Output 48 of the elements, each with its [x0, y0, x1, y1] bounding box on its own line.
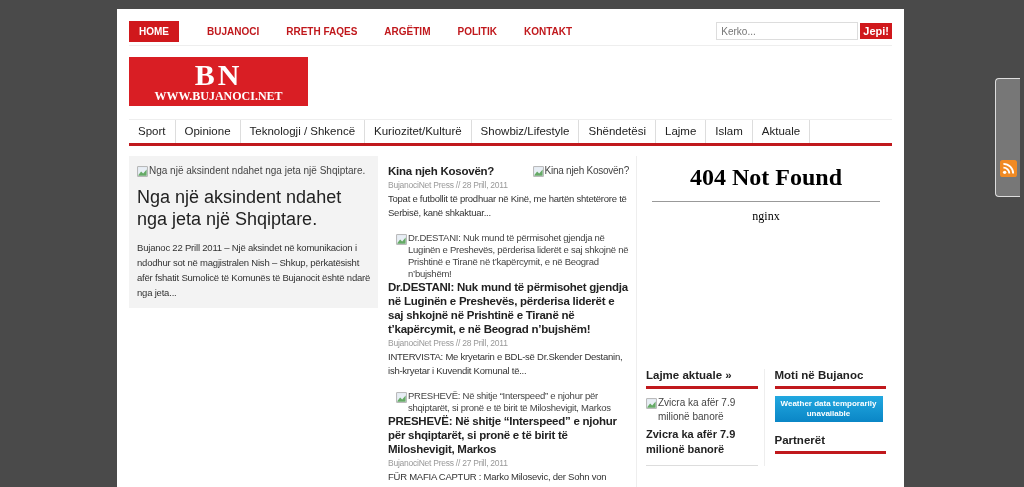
image-alt-text: Dr.DESTANI: Nuk mund të përmisohet gjendja në Luginën e Preshevës, përderisa liderët e saj shkojnë në Prishtinë e Tiranë në t’kapërcymit, e në Beograd n’bujshëm!: [408, 232, 629, 280]
category-tab[interactable]: Teknologji / Shkencë: [240, 120, 366, 143]
widget-title: Moti në Bujanoc: [774, 369, 886, 389]
nav-link[interactable]: ARGËTIM: [374, 20, 441, 42]
widget-title: Partnerët: [774, 434, 886, 454]
article-headline[interactable]: PRESHEVË: Në shitje “Interspeed” e njohur për shqiptarët, si pronë e të birit të Miloshevigit, Markos: [388, 414, 629, 456]
image-alt-text: Nga një aksindent ndahet nga jeta një Shqiptare.: [149, 164, 366, 178]
broken-image-icon: [396, 392, 408, 403]
article-excerpt: Bujanoc 22 Prill 2011 – Një aksindet në komunikacion i ndodhur sot në magjistralen Nish – Shkup, përkatësisht afër fshatit Sumolicë të Komunës të Bujanocit është ndarë nga jeta...: [137, 241, 372, 300]
rss-icon[interactable]: [1000, 160, 1017, 177]
featured-headline[interactable]: Nga një aksindent ndahet nga jeta një Shqiptare.: [137, 186, 373, 230]
nav-link[interactable]: BUJANOCI: [197, 20, 270, 42]
nav-link[interactable]: POLITIK: [447, 20, 507, 42]
news-headline[interactable]: Zvicra ka afër 7.9 milionë banorë: [646, 427, 758, 466]
nav-link[interactable]: HOME: [129, 20, 179, 42]
broken-image-icon: [396, 234, 408, 245]
broken-image-icon: [532, 166, 544, 177]
article-meta: BujanociNet Press // 28 Prill, 2011: [388, 180, 509, 190]
category-tab[interactable]: Kuriozitet/Kulturë: [365, 120, 472, 143]
category-tab[interactable]: Aktuale: [752, 120, 811, 143]
article-excerpt: Topat e futbollit të prodhuar në Kinë, me hartën shtetërore të Serbisë, kanë shkaktuar...: [388, 192, 628, 220]
site-logo[interactable]: BN WWW.BUJANOCI.NET: [129, 57, 308, 106]
search-field[interactable]: Kerko...: [716, 22, 859, 40]
article-excerpt: FÜR MAFIA CAPTUR : Marko Milosevic, der Sohn von: [388, 470, 608, 484]
nav-link[interactable]: RRETH FAQES: [276, 20, 368, 42]
image-alt-text: Zvicra ka afër 7.9 milionë banorë: [658, 396, 737, 424]
broken-image-icon: [646, 398, 657, 409]
article-excerpt: INTERVISTA: Me kryetarin e BDL-së Dr.Skender Destanin, ish-kryetar i Kuvendit Komunal të...: [388, 350, 624, 378]
article-meta: BujanociNet Press // 27 Prill, 2011: [388, 458, 509, 468]
category-tab[interactable]: Sport: [129, 120, 176, 143]
article-headline[interactable]: Kina njeh Kosovën?: [388, 164, 495, 178]
broken-image-icon: [137, 166, 148, 177]
side-tab[interactable]: [995, 78, 1020, 197]
article-meta: BujanociNet Press // 28 Prill, 2011: [388, 338, 509, 348]
category-tab[interactable]: Shëndetësi: [579, 120, 656, 143]
nav-link[interactable]: KONTAKT: [513, 20, 583, 42]
category-tab[interactable]: Islam: [706, 120, 753, 143]
error-heading: 404 Not Found: [689, 164, 843, 191]
category-tab[interactable]: Showbiz/Lifestyle: [471, 120, 580, 143]
search-button[interactable]: Jepi!: [860, 23, 892, 39]
server-name: nginx: [751, 209, 781, 224]
article-headline[interactable]: Dr.DESTANI: Nuk mund të përmisohet gjendja në Luginën e Preshevës, përderisa liderët e saj shkojnë në Prishtinë e Tiranë në t’kapërcymit, e në Beograd n’bujshëm!: [388, 280, 629, 336]
image-alt-text: Kina njeh Kosovën?: [544, 164, 629, 178]
weather-banner: Weather data temporarily unavailable: [774, 396, 883, 422]
category-tab[interactable]: Lajme: [656, 120, 707, 143]
image-alt-text: PRESHEVË: Në shitje “Interspeed” e njohur për shqiptarët, si pronë e të birit të Miloshevigit, Markos: [408, 390, 612, 414]
category-tab[interactable]: Opinione: [175, 120, 241, 143]
widget-title[interactable]: Lajme aktuale »: [646, 369, 758, 389]
